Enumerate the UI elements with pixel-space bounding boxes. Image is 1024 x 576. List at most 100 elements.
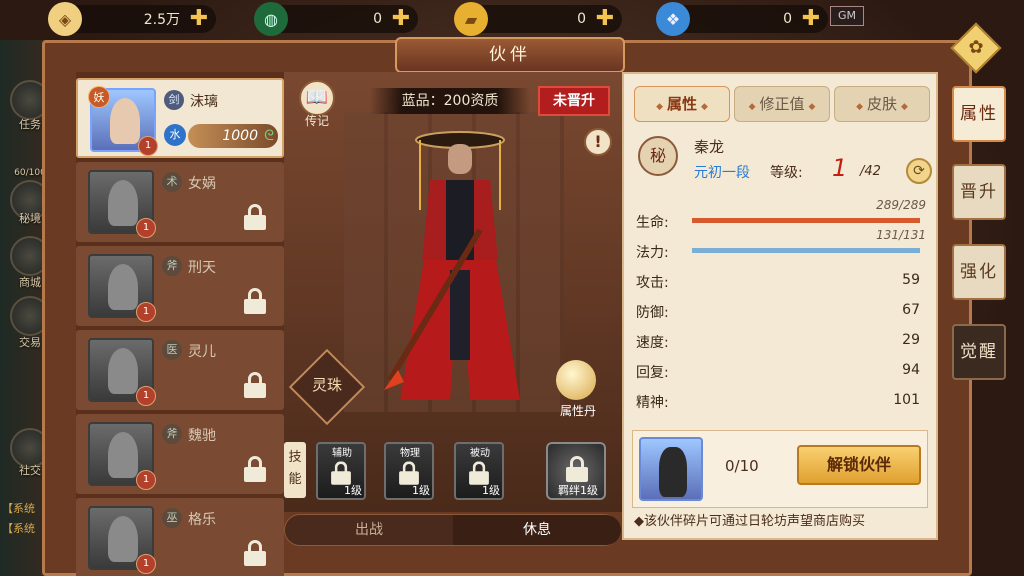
- partner-item-linger[interactable]: 1 医 灵儿: [76, 330, 284, 410]
- jade-resource: ◍ 0 ✚: [254, 2, 418, 36]
- skill-level: 1级: [412, 484, 430, 497]
- skill-slot-passive[interactable]: 被动 1级: [454, 442, 504, 500]
- rank-badge: 妖: [88, 86, 110, 108]
- tab-attributes[interactable]: ◆ 属性 ◆: [634, 86, 730, 122]
- add-crystal-button[interactable]: ✚: [800, 8, 822, 30]
- partner-portrait: 妖 1: [88, 86, 158, 156]
- partner-portrait: 1: [88, 170, 156, 238]
- vtab-attributes[interactable]: 属性: [952, 86, 1006, 142]
- hp-value: 289/289: [876, 198, 926, 212]
- add-gold-ingot-button[interactable]: ✚: [594, 8, 616, 30]
- coin-icon: ◈: [48, 2, 82, 36]
- biography-label: 传记: [304, 114, 329, 128]
- shard-count: 0/10: [725, 457, 759, 475]
- partner-item-nuwa[interactable]: 1 术 女娲: [76, 162, 284, 242]
- star-badge: 1: [136, 470, 156, 490]
- bond-level: 羁绊1级: [558, 484, 598, 497]
- stat-spirit: 精神: 101: [636, 392, 920, 411]
- rest-option[interactable]: 休息: [453, 515, 621, 545]
- lock-icon: [244, 540, 266, 566]
- skill-level: 1级: [344, 484, 362, 497]
- tab-correction[interactable]: ◆ 修正值 ◆: [734, 86, 830, 122]
- portrait-figure: [108, 516, 138, 562]
- partner-item-weichi[interactable]: 1 斧 魏驰: [76, 414, 284, 494]
- partner-portrait: 1: [88, 338, 156, 406]
- portrait-figure: [108, 264, 138, 310]
- attribute-pill-icon[interactable]: [556, 360, 596, 400]
- partner-name: 刑天: [188, 260, 216, 276]
- magic-type-icon: 术: [162, 172, 182, 192]
- mp-value: 131/131: [876, 228, 926, 242]
- attribute-panel: ◆ 属性 ◆ ◆ 修正值 ◆ ◆ 皮肤 ◆ 秘 秦龙 元初一段 等级: 1 /42 ⟳ 28…: [622, 72, 938, 540]
- resource-bar: ◈ 2.5万 ✚ ◍ 0 ✚ ▰ 0 ✚ ❖ 0 ✚ GM: [0, 0, 1024, 40]
- skill-name: 被动: [470, 448, 490, 459]
- star-badge: 1: [136, 302, 156, 322]
- level-up-button[interactable]: ⟳: [906, 158, 932, 184]
- shard-hint: ◆该伙伴碎片可通过日轮坊声望商店购买: [634, 514, 865, 529]
- axe-type-icon: 斧: [162, 424, 182, 444]
- skill-slot-physical[interactable]: 物理 1级: [384, 442, 434, 500]
- lock-icon: [566, 456, 588, 482]
- bond-skill-slot[interactable]: 羁绊1级: [546, 442, 606, 500]
- gold-ingot-resource: ▰ 0 ✚: [454, 2, 622, 36]
- partner-list[interactable]: 妖 1 剑 沫璃 水 1000 ᘓ 1 术 女娲 1 斧 刑天 1 医 灵儿 1 …: [76, 72, 284, 576]
- spirit-pearl-label: 灵珠: [311, 376, 342, 394]
- mp-label: 法力:: [636, 245, 669, 261]
- hero-rank: 元初一段: [694, 165, 750, 181]
- crystal-value: 0: [783, 11, 792, 27]
- crystal-resource: ❖ 0 ✚: [656, 2, 828, 36]
- jade-icon: ◍: [254, 2, 288, 36]
- partner-portrait: 1: [88, 506, 156, 574]
- level-value: 1: [832, 154, 848, 182]
- partner-item-moli[interactable]: 妖 1 剑 沫璃 水 1000 ᘓ: [76, 78, 284, 158]
- jade-small-icon: ᘓ: [264, 128, 274, 144]
- biography-button[interactable]: 📖 传记: [296, 80, 338, 128]
- hero-name: 秦龙: [694, 138, 725, 156]
- jade-value: 0: [373, 11, 382, 27]
- star-badge: 1: [136, 386, 156, 406]
- portrait-figure: [108, 432, 138, 478]
- deploy-toggle[interactable]: 出战 休息: [284, 514, 621, 546]
- character-model[interactable]: [380, 120, 540, 420]
- partner-name: 格乐: [188, 512, 216, 528]
- axe-type-icon: 斧: [162, 256, 182, 276]
- info-button[interactable]: !: [584, 128, 612, 156]
- gold-ingot-icon: ▰: [454, 2, 488, 36]
- deploy-option[interactable]: 出战: [285, 515, 453, 545]
- gm-button[interactable]: GM: [830, 6, 864, 26]
- add-coin-button[interactable]: ✚: [188, 8, 210, 30]
- star-badge: 1: [136, 218, 156, 238]
- vtab-advance[interactable]: 晋升: [952, 164, 1006, 220]
- skill-name: 物理: [400, 448, 420, 459]
- unlock-partner-button[interactable]: 解锁伙伴: [797, 445, 921, 485]
- healer-type-icon: 医: [162, 340, 182, 360]
- system-message: 【系统: [2, 502, 35, 515]
- crystal-icon: ❖: [656, 2, 690, 36]
- portrait-figure: [110, 98, 140, 144]
- window-title: 伙伴: [395, 37, 625, 73]
- partner-name: 沫璃: [190, 94, 218, 110]
- hp-fill: [692, 218, 920, 223]
- partner-portrait: 1: [88, 254, 156, 322]
- quality-banner: 蓝品：200资质: [370, 88, 530, 114]
- skills-tab[interactable]: 技能: [284, 442, 306, 498]
- portrait-figure: [108, 180, 138, 226]
- shard-portrait: [639, 437, 703, 501]
- unlock-section: 0/10 解锁伙伴: [632, 430, 928, 508]
- partner-item-gele[interactable]: 1 巫 格乐: [76, 498, 284, 576]
- attribute-pill-label: 属性丹: [559, 404, 596, 418]
- stat-attack: 攻击: 59: [636, 272, 920, 291]
- lock-icon: [244, 204, 266, 230]
- skill-slot-support[interactable]: 辅助 1级: [316, 442, 366, 500]
- sword-type-icon: 剑: [164, 90, 184, 110]
- vtab-enhance[interactable]: 强化: [952, 244, 1006, 300]
- level-max: /42: [860, 164, 881, 179]
- lock-icon: [244, 372, 266, 398]
- vtab-awaken[interactable]: 觉醒: [952, 324, 1006, 380]
- coin-value: 2.5万: [143, 12, 180, 28]
- partner-item-xingtian[interactable]: 1 斧 刑天: [76, 246, 284, 326]
- lock-icon: [244, 288, 266, 314]
- mp-fill: [692, 248, 920, 253]
- add-jade-button[interactable]: ✚: [390, 8, 412, 30]
- tab-skins[interactable]: ◆ 皮肤 ◆: [834, 86, 930, 122]
